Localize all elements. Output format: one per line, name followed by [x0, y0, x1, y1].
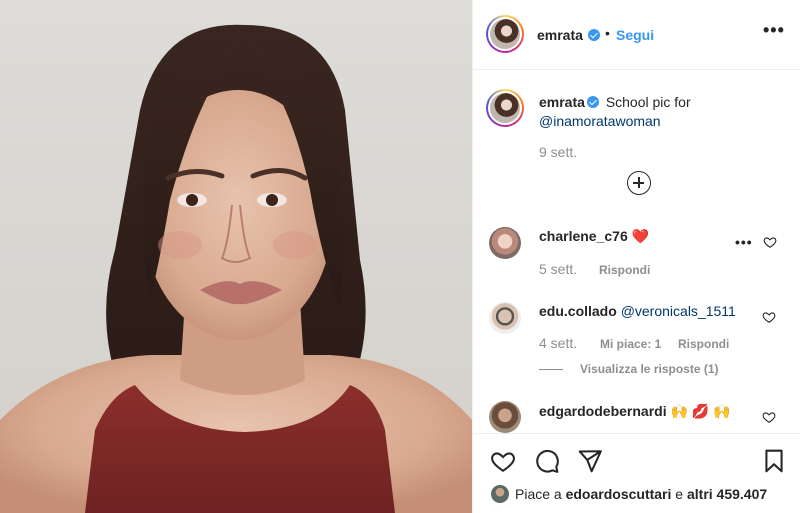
likes-conjunction: e: [675, 486, 684, 502]
comment-heart-icon[interactable]: [762, 410, 776, 424]
bookmark-icon[interactable]: [761, 447, 787, 475]
liker-username[interactable]: edoardoscuttari: [566, 486, 672, 502]
plus-circle-icon[interactable]: [627, 171, 651, 195]
comment-body: ❤️: [631, 228, 650, 244]
comment-timestamp[interactable]: 5 sett.: [539, 261, 577, 277]
comment-avatar[interactable]: [489, 401, 521, 433]
comment-avatar[interactable]: [489, 302, 521, 334]
verified-badge-icon: [588, 29, 600, 41]
view-replies-button[interactable]: Visualizza le risposte (1): [580, 362, 719, 376]
likes-summary: Piace a edoardoscuttari e altri 459.407: [515, 486, 767, 502]
post-header: emrata • Segui •••: [473, 0, 800, 70]
share-icon[interactable]: [577, 448, 603, 474]
author-avatar[interactable]: [486, 15, 524, 53]
caption-username[interactable]: emrata: [539, 94, 585, 110]
caption-text: emrata School pic for @inamoratawoman: [539, 93, 779, 131]
comment-text: charlene_c76 ❤️: [539, 228, 649, 245]
comment-body: 🙌 💋 🙌: [670, 403, 731, 419]
verified-badge-icon: [586, 96, 599, 108]
action-bar: Piace a edoardoscuttari e altri 459.407: [473, 433, 800, 513]
comment-heart-icon[interactable]: [762, 310, 776, 324]
author-username[interactable]: emrata: [537, 27, 583, 43]
comment-heart-icon[interactable]: [763, 235, 777, 249]
comment-icon[interactable]: [534, 448, 560, 474]
post-photo[interactable]: [0, 0, 472, 513]
comment-username[interactable]: charlene_c76: [539, 228, 628, 244]
comment-more-icon[interactable]: •••: [735, 234, 753, 250]
comment-text: edu.collado @veronicals_1511: [539, 303, 736, 319]
comment-text: edgardodebernardi 🙌 💋 🙌: [539, 403, 731, 420]
replies-divider: [539, 369, 563, 370]
comment-mention[interactable]: @veronicals_1511: [621, 303, 736, 319]
likes-prefix: Piace a: [515, 486, 562, 502]
separator-dot: •: [605, 25, 610, 41]
caption-avatar[interactable]: [486, 89, 524, 127]
follow-button[interactable]: Segui: [616, 27, 654, 43]
comment-username[interactable]: edgardodebernardi: [539, 403, 667, 419]
reply-button[interactable]: Rispondi: [678, 337, 729, 351]
caption-mention[interactable]: @inamoratawoman: [539, 113, 661, 129]
comment-avatar[interactable]: [489, 227, 521, 259]
likes-others-count[interactable]: altri 459.407: [687, 486, 767, 502]
comment-username[interactable]: edu.collado: [539, 303, 617, 319]
liker-avatar[interactable]: [491, 485, 509, 503]
comment-likes-count[interactable]: Mi piace: 1: [600, 337, 661, 351]
more-options-icon[interactable]: •••: [763, 20, 785, 41]
reply-button[interactable]: Rispondi: [599, 263, 650, 277]
heart-icon[interactable]: [490, 448, 516, 474]
comments-section[interactable]: emrata School pic for @inamoratawoman 9 …: [473, 71, 800, 433]
caption-body: School pic for: [605, 94, 691, 110]
caption-timestamp[interactable]: 9 sett.: [539, 144, 577, 160]
post-side-panel: emrata • Segui ••• emrata School pic for…: [472, 0, 800, 513]
comment-timestamp[interactable]: 4 sett.: [539, 335, 577, 351]
